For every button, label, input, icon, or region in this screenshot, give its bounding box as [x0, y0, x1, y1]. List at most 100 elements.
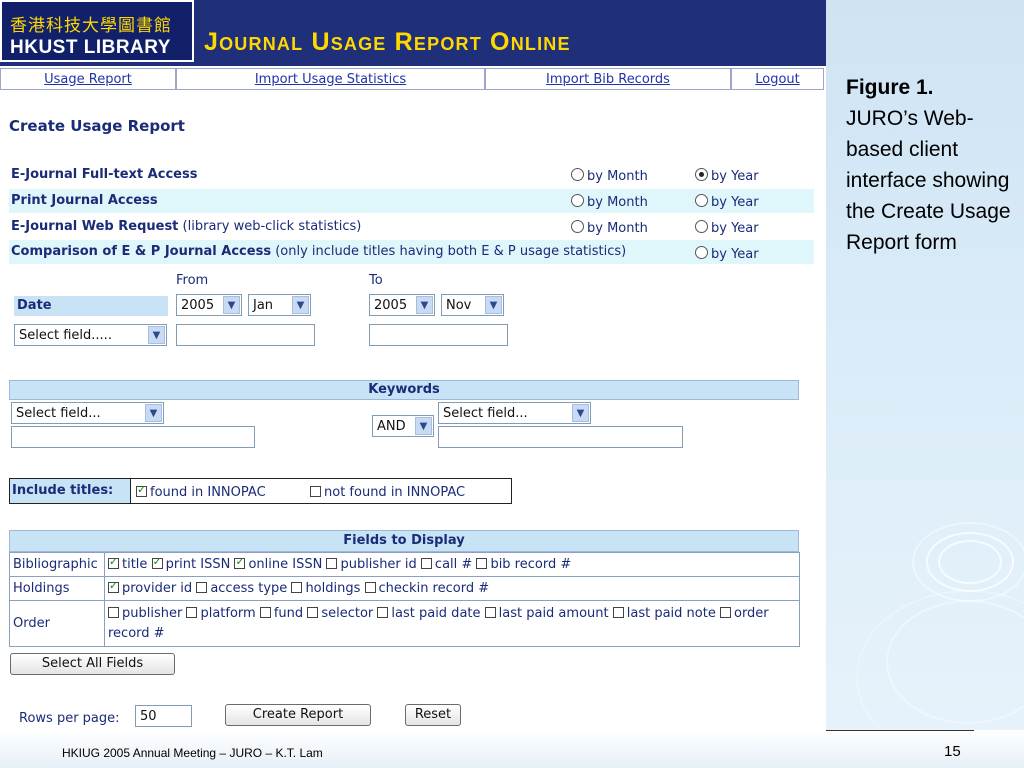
checkbox-icon	[196, 582, 208, 593]
group-fields: provider id access type holdings checkin…	[104, 576, 800, 601]
checkbox-icon	[291, 582, 303, 593]
rows-per-page-input[interactable]: 50	[135, 705, 192, 727]
radio-by-year[interactable]: by Year	[695, 194, 759, 210]
include-found-checkbox[interactable]: found in INNOPAC	[136, 483, 266, 500]
nav-link-usage-report[interactable]: Usage Report	[44, 72, 132, 87]
radio-icon	[695, 168, 708, 181]
field-checkbox-selector[interactable]: selector	[307, 606, 373, 621]
checkbox-icon	[420, 558, 432, 569]
group-fields: publisher platform fund selector last pa…	[104, 600, 800, 647]
chevron-down-icon: ▼	[572, 404, 589, 422]
radio-icon	[695, 246, 708, 259]
app-header: 香港科技大學圖書館 HKUST LIBRARY Journal Usage Re…	[0, 0, 826, 66]
from-year-select[interactable]: 2005 ▼	[176, 294, 242, 316]
keyword-input-2[interactable]	[438, 426, 683, 448]
field-checkbox-last-paid-amount[interactable]: last paid amount	[484, 606, 609, 621]
checkbox-icon	[719, 606, 731, 618]
keyword-field-select-1[interactable]: Select field... ▼	[11, 402, 164, 424]
chevron-down-icon: ▼	[223, 296, 240, 314]
checkbox-icon	[476, 558, 488, 569]
field-checkbox-call-number[interactable]: call #	[420, 557, 472, 572]
include-titles-label-cell: Include titles:	[10, 479, 131, 503]
to-label: To	[369, 273, 383, 288]
keyword-input-1[interactable]	[11, 426, 255, 448]
from-month-select[interactable]: Jan ▼	[248, 294, 311, 316]
nav-item-import-usage: Import Usage Statistics	[176, 68, 485, 90]
report-label: E-Journal Web Request (library web-click…	[11, 219, 362, 234]
checkbox-icon	[151, 555, 163, 569]
checkbox-icon	[108, 606, 119, 618]
library-logo[interactable]: 香港科技大學圖書館 HKUST LIBRARY	[0, 0, 194, 62]
radio-by-month[interactable]: by Month	[571, 168, 648, 184]
figure-caption-label: Figure 1.	[846, 76, 934, 99]
page-title: Journal Usage Report Online	[204, 28, 571, 56]
radio-icon	[571, 220, 584, 233]
checkbox-icon	[377, 606, 389, 618]
include-not-found-checkbox[interactable]: not found in INNOPAC	[310, 485, 465, 500]
field-checkbox-bib-record[interactable]: bib record #	[476, 557, 571, 572]
table-row: Holdings provider id access type holding…	[9, 576, 800, 601]
group-name: Bibliographic	[9, 552, 105, 577]
to-month-select[interactable]: Nov ▼	[441, 294, 504, 316]
create-report-button[interactable]: Create Report	[225, 704, 371, 726]
field-checkbox-holdings[interactable]: holdings	[291, 581, 360, 596]
radio-by-month[interactable]: by Month	[571, 194, 648, 210]
radio-by-month[interactable]: by Month	[571, 220, 648, 236]
radio-icon	[695, 220, 708, 233]
field-checkbox-fund[interactable]: fund	[259, 606, 303, 621]
nav-bar: Usage Report Import Usage Statistics Imp…	[0, 68, 826, 90]
footer-divider	[826, 730, 974, 731]
group-fields: title print ISSN online ISSN publisher i…	[104, 552, 800, 577]
field-checkbox-publisher[interactable]: publisher	[108, 606, 182, 621]
report-row-print-journal: Print Journal Access by Month by Year	[9, 189, 814, 213]
field-checkbox-last-paid-note[interactable]: last paid note	[612, 606, 716, 621]
chevron-down-icon: ▼	[148, 326, 165, 344]
to-year-select[interactable]: 2005 ▼	[369, 294, 435, 316]
from-value-input[interactable]	[176, 324, 315, 346]
field-checkbox-checkin-record[interactable]: checkin record #	[364, 581, 489, 596]
select-all-fields-button[interactable]: Select All Fields	[10, 653, 175, 675]
radio-by-year[interactable]: by Year	[695, 168, 759, 184]
keyword-field-select-2[interactable]: Select field... ▼	[438, 402, 591, 424]
checkbox-icon	[364, 582, 376, 593]
field-checkbox-title[interactable]: title	[108, 555, 147, 572]
radio-by-year[interactable]: by Year	[695, 220, 759, 236]
nav-link-logout[interactable]: Logout	[755, 72, 800, 87]
chevron-down-icon: ▼	[292, 296, 309, 314]
date-label: Date	[17, 298, 52, 313]
from-label: From	[176, 273, 209, 288]
radio-by-year[interactable]: by Year	[695, 246, 759, 262]
nav-link-import-bib[interactable]: Import Bib Records	[546, 72, 670, 87]
field-checkbox-publisher-id[interactable]: publisher id	[326, 557, 417, 572]
fields-display-header: Fields to Display	[9, 530, 799, 552]
include-titles-box: Include titles: found in INNOPAC not fou…	[9, 478, 512, 504]
field-checkbox-print-issn[interactable]: print ISSN	[151, 555, 230, 572]
date-label-box: Date	[14, 296, 168, 316]
checkbox-icon	[307, 606, 319, 618]
logo-chinese-text: 香港科技大學圖書館	[10, 16, 172, 36]
field-checkbox-provider-id[interactable]: provider id	[108, 579, 192, 596]
table-row: Order publisher platform fund selector l…	[9, 600, 800, 647]
chevron-down-icon: ▼	[485, 296, 502, 314]
keyword-operator-select[interactable]: AND ▼	[372, 415, 434, 437]
checkbox-icon	[108, 579, 119, 593]
nav-item-import-bib: Import Bib Records	[485, 68, 731, 90]
figure-caption: Figure 1. JURO’s Web-based client interf…	[846, 72, 1016, 258]
group-name: Holdings	[9, 576, 105, 601]
report-row-ejournal-web: E-Journal Web Request (library web-click…	[9, 215, 814, 239]
field-checkbox-last-paid-date[interactable]: last paid date	[377, 606, 481, 621]
nav-link-import-usage[interactable]: Import Usage Statistics	[255, 72, 406, 87]
chevron-down-icon: ▼	[415, 417, 432, 435]
reset-button[interactable]: Reset	[405, 704, 461, 726]
field-checkbox-platform[interactable]: platform	[186, 606, 256, 621]
checkbox-icon	[108, 555, 119, 569]
rows-per-page-label: Rows per page:	[19, 711, 120, 726]
to-value-input[interactable]	[369, 324, 508, 346]
field-checkbox-access-type[interactable]: access type	[196, 581, 287, 596]
form-title: Create Usage Report	[9, 117, 185, 135]
field-checkbox-online-issn[interactable]: online ISSN	[234, 555, 322, 572]
date-field-select[interactable]: Select field..... ▼	[14, 324, 167, 346]
radio-icon	[571, 168, 584, 181]
report-label: E-Journal Full-text Access	[11, 167, 198, 182]
radio-icon	[695, 194, 708, 207]
